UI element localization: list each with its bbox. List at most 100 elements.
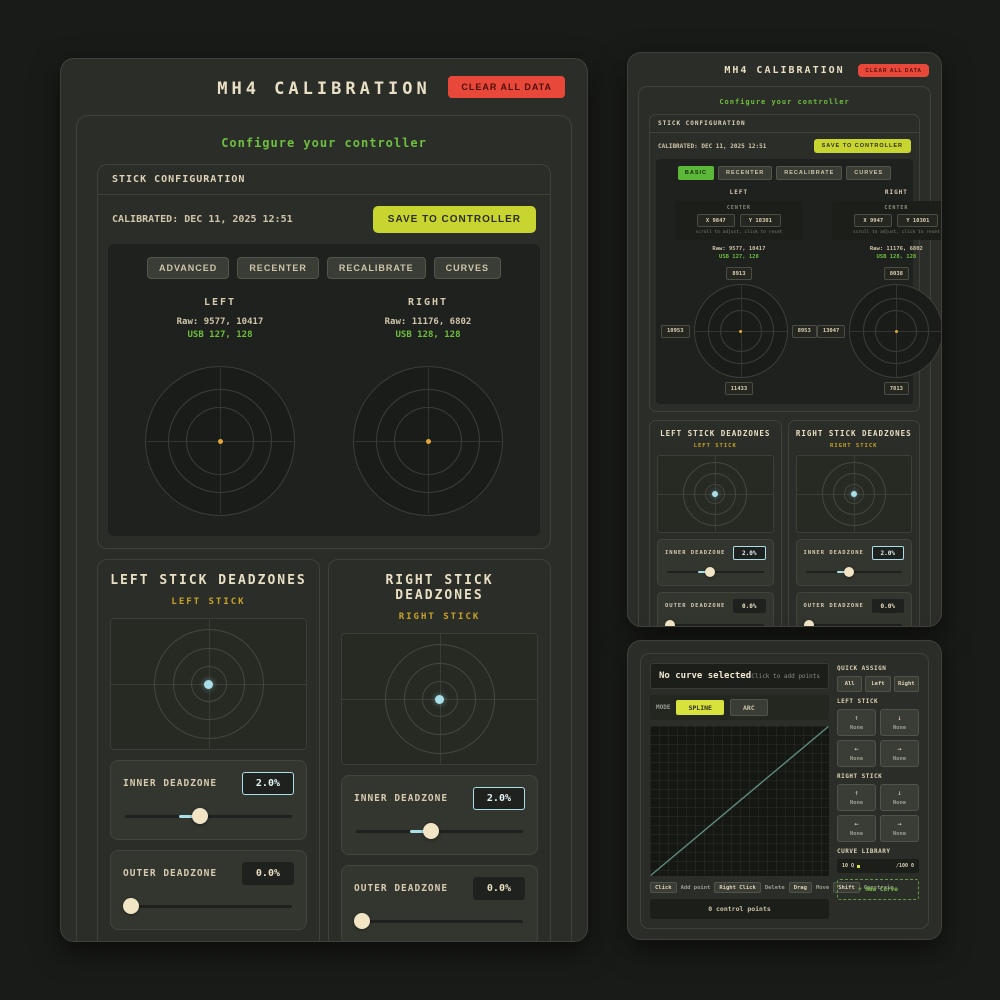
slider-track[interactable]: [125, 815, 292, 818]
stick-viz-area: BASIC RECENTER RECALIBRATE CURVES LEFT C…: [656, 159, 913, 404]
basic-button[interactable]: BASIC: [678, 166, 714, 180]
calibrated-row: CALIBRATED: DEC 11, 2025 12:51 SAVE TO C…: [650, 133, 919, 159]
curve-library-row[interactable]: 10 Q /100 0: [837, 859, 919, 873]
outer-deadzone-value[interactable]: 0.0%: [872, 599, 904, 613]
center-x-chip[interactable]: X 9947: [854, 214, 892, 227]
curves-button[interactable]: CURVES: [846, 166, 891, 180]
inner-deadzone-value[interactable]: 2.0%: [473, 787, 525, 810]
outer-deadzone-value[interactable]: 0.0%: [242, 862, 294, 885]
inner-deadzone-value[interactable]: 2.0%: [872, 546, 904, 560]
slider-track[interactable]: [806, 571, 903, 573]
assign-right-button[interactable]: Right: [894, 676, 919, 692]
recalibrate-button[interactable]: RECALIBRATE: [776, 166, 842, 180]
left-deadzone-title: LEFT STICK DEADZONES: [657, 429, 774, 438]
range-top-chip[interactable]: 8038: [884, 267, 909, 280]
recenter-button[interactable]: RECENTER: [718, 166, 772, 180]
arrow-down-icon: ↓: [881, 715, 918, 722]
slider-thumb[interactable]: [665, 620, 675, 627]
mode-spline-button[interactable]: SPLINE: [676, 700, 723, 715]
range-left-chip[interactable]: 13047: [817, 325, 846, 338]
curve-diagonal-line: [650, 726, 829, 876]
outer-deadzone-label: OUTER DEADZONE: [123, 868, 217, 879]
mode-arc-button[interactable]: ARC: [730, 699, 768, 716]
range-bottom-chip[interactable]: 11433: [725, 382, 754, 395]
inner-deadzone-value[interactable]: 2.0%: [733, 546, 765, 560]
slider-thumb[interactable]: [354, 913, 370, 929]
arrow-right-icon: →: [881, 746, 918, 753]
advanced-button[interactable]: ADVANCED: [147, 257, 229, 279]
right-stick-scope: [353, 366, 503, 516]
inner-deadzone-slider[interactable]: [123, 808, 294, 824]
outer-deadzone-slider[interactable]: [665, 620, 766, 627]
range-bottom-chip[interactable]: 7813: [884, 382, 909, 395]
stick-position-dot: [218, 439, 223, 444]
curve-grid-canvas[interactable]: [650, 726, 829, 876]
legend-key: Drag: [789, 882, 812, 893]
outer-deadzone-value[interactable]: 0.0%: [473, 877, 525, 900]
outer-deadzone-slider[interactable]: [804, 620, 905, 627]
assign-slot-down[interactable]: ↓ None: [880, 784, 919, 811]
assign-slot-right[interactable]: → None: [880, 740, 919, 767]
slider-thumb[interactable]: [192, 808, 208, 824]
inner-deadzone-slider[interactable]: [354, 823, 525, 839]
center-y-chip[interactable]: Y 10301: [740, 214, 781, 227]
save-to-controller-button[interactable]: SAVE TO CONTROLLER: [373, 206, 536, 233]
inner-deadzone-slider[interactable]: [804, 567, 905, 577]
stick-position-dot: [739, 330, 742, 333]
save-to-controller-button[interactable]: SAVE TO CONTROLLER: [814, 139, 911, 153]
outer-deadzone-slider[interactable]: [354, 913, 525, 929]
right-stick-column: RIGHT Raw: 11176, 6802 USB 128, 128: [324, 279, 532, 516]
assign-slot-left[interactable]: ← None: [837, 815, 876, 842]
slider-thumb[interactable]: [423, 823, 439, 839]
slot-value: None: [838, 831, 875, 837]
slider-thumb[interactable]: [705, 567, 715, 577]
assign-slot-left[interactable]: ← None: [837, 740, 876, 767]
outer-deadzone-value[interactable]: 0.0%: [733, 599, 765, 613]
slider-track[interactable]: [356, 920, 523, 923]
calibrated-row: CALIBRATED: DEC 11, 2025 12:51 SAVE TO C…: [98, 195, 550, 244]
center-y-chip[interactable]: Y 10301: [897, 214, 938, 227]
slider-track[interactable]: [356, 830, 523, 833]
mode-label: MODE: [656, 704, 670, 711]
clear-all-data-button[interactable]: CLEAR ALL DATA: [448, 76, 565, 98]
range-top-chip[interactable]: 8913: [726, 267, 751, 280]
slider-thumb[interactable]: [844, 567, 854, 577]
slot-value: None: [881, 800, 918, 806]
recenter-button[interactable]: RECENTER: [237, 257, 319, 279]
assign-slot-up[interactable]: ↑ None: [837, 709, 876, 736]
assign-left-button[interactable]: Left: [865, 676, 890, 692]
range-right-chip[interactable]: 8953: [792, 325, 817, 338]
arrow-left-icon: ←: [838, 821, 875, 828]
curves-button[interactable]: CURVES: [434, 257, 501, 279]
slider-track[interactable]: [806, 624, 903, 626]
left-stick-scope: [145, 366, 295, 516]
right-stick-usb-value: USB 128, 128: [395, 330, 460, 340]
legend-action: Add point: [681, 885, 711, 891]
slider-thumb[interactable]: [804, 620, 814, 627]
inner-deadzone-value[interactable]: 2.0%: [242, 772, 294, 795]
left-stick-scope: [694, 284, 788, 378]
center-adjust-box: CENTER X 9947 Y 10301 scroll to adjust, …: [832, 201, 942, 240]
quick-assign-title: QUICK ASSIGN: [837, 665, 919, 672]
outer-deadzone-control: OUTER DEADZONE 0.0%: [110, 850, 307, 930]
slider-track[interactable]: [125, 905, 292, 908]
recalibrate-button[interactable]: RECALIBRATE: [327, 257, 426, 279]
assign-slot-up[interactable]: ↑ None: [837, 784, 876, 811]
assign-slot-down[interactable]: ↓ None: [880, 709, 919, 736]
right-deadzone-title: RIGHT STICK DEADZONES: [796, 429, 913, 438]
slider-thumb[interactable]: [123, 898, 139, 914]
center-x-chip[interactable]: X 9847: [697, 214, 735, 227]
inner-deadzone-slider[interactable]: [665, 567, 766, 577]
slider-track[interactable]: [667, 571, 764, 573]
outer-deadzone-label: OUTER DEADZONE: [804, 603, 864, 609]
right-deadzone-viz: [341, 633, 538, 765]
outer-deadzone-slider[interactable]: [123, 898, 294, 914]
range-left-chip[interactable]: 10953: [661, 325, 690, 338]
curve-hint: Click to add points: [751, 673, 820, 680]
slot-value: None: [881, 756, 918, 762]
new-curve-button[interactable]: + New Curve: [837, 879, 919, 900]
assign-slot-right[interactable]: → None: [880, 815, 919, 842]
clear-all-data-button[interactable]: CLEAR ALL DATA: [858, 64, 929, 77]
slider-track[interactable]: [667, 624, 764, 626]
assign-all-button[interactable]: All: [837, 676, 862, 692]
